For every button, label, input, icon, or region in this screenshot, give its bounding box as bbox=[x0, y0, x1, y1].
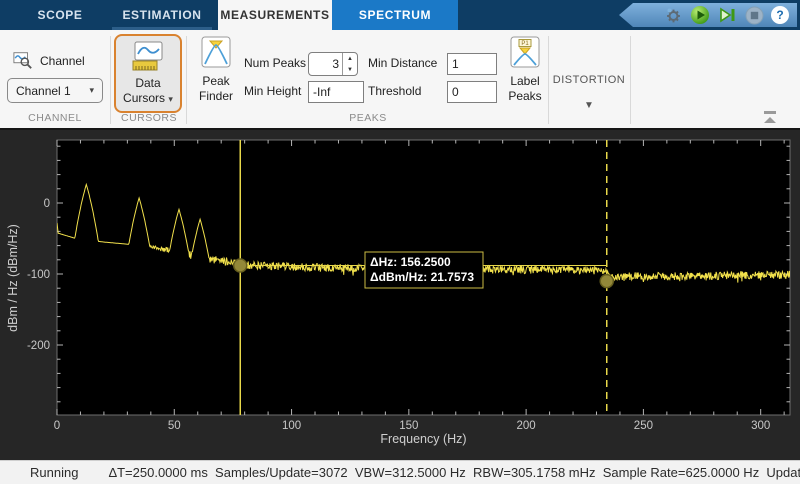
distortion-section-label: DISTORTION bbox=[548, 74, 630, 86]
peak-finder-label-line2: Finder bbox=[199, 89, 233, 104]
y-tick-label: 0 bbox=[44, 198, 50, 210]
label-peaks-icon: P1 bbox=[510, 36, 540, 71]
spectrum-plot[interactable]: 0 50 100 150 200 250 300 0 -100 -200 Frequency (Hz… bbox=[0, 130, 800, 460]
x-tick-label: 250 bbox=[634, 420, 653, 432]
section-divider bbox=[186, 36, 187, 124]
svg-text:P1: P1 bbox=[521, 41, 529, 47]
data-cursors-button[interactable]: Data Cursors ▾ bbox=[114, 34, 182, 113]
tab-scope[interactable]: SCOPE bbox=[14, 0, 106, 30]
min-distance-label: Min Distance bbox=[368, 52, 437, 74]
x-tick-label: 0 bbox=[54, 420, 60, 432]
collapse-ribbon-arrow-icon bbox=[764, 117, 776, 123]
cursor-readout-delta-hz: ΔHz: 156.2500 bbox=[370, 255, 451, 269]
spectrum-analyzer-window: SCOPE ESTIMATION MEASUREMENTS SPECTRUM bbox=[0, 0, 800, 484]
spinner-down-icon[interactable]: ▼ bbox=[343, 64, 357, 75]
channel-section-label: CHANNEL bbox=[0, 112, 110, 128]
y-tick-label: -200 bbox=[27, 340, 50, 352]
threshold-label: Threshold bbox=[368, 80, 421, 102]
label-peaks-button[interactable]: P1 Label Peaks bbox=[503, 36, 547, 104]
tab-estimation[interactable]: ESTIMATION bbox=[106, 0, 218, 30]
cursor-readout-delta-dbm: ΔdBm/Hz: 21.7573 bbox=[370, 270, 474, 284]
channel-selector-icon bbox=[13, 50, 33, 70]
distortion-expand-button[interactable]: ▼ bbox=[548, 100, 630, 111]
y-tick-label: -100 bbox=[27, 269, 50, 281]
label-peaks-label-line2: Peaks bbox=[508, 89, 541, 104]
cursor-2-marker[interactable] bbox=[600, 275, 613, 288]
channel-dropdown[interactable]: Channel 1 ▾ bbox=[7, 78, 103, 103]
min-distance-input[interactable] bbox=[447, 53, 497, 75]
status-bar: Running ΔT=250.0000 ms Samples/Update=30… bbox=[0, 460, 800, 484]
channel-dropdown-value: Channel 1 bbox=[16, 84, 71, 98]
tab-measurements[interactable]: MEASUREMENTS bbox=[218, 0, 332, 30]
stop-button-icon[interactable] bbox=[744, 5, 764, 25]
x-tick-label: 100 bbox=[282, 420, 301, 432]
quick-access-toolbar: ? bbox=[619, 3, 797, 27]
min-height-input[interactable] bbox=[308, 81, 364, 103]
peak-finder-button[interactable]: Peak Finder bbox=[190, 36, 242, 104]
peaks-section-label: PEAKS bbox=[188, 112, 548, 128]
cursor-1-marker[interactable] bbox=[234, 259, 247, 272]
spectrum-plot-panel: 0 50 100 150 200 250 300 0 -100 -200 Frequency (Hz… bbox=[0, 130, 800, 460]
help-button[interactable]: ? bbox=[771, 6, 789, 24]
chevron-down-icon: ▾ bbox=[168, 94, 173, 104]
collapse-ribbon-bar-icon bbox=[764, 111, 776, 114]
num-peaks-label: Num Peaks bbox=[244, 52, 306, 74]
num-peaks-value: 3 bbox=[309, 53, 342, 75]
x-axis-label: Frequency (Hz) bbox=[380, 432, 466, 446]
settings-gear-icon[interactable] bbox=[663, 5, 683, 25]
peak-finder-icon bbox=[201, 36, 231, 71]
x-tick-label: 150 bbox=[399, 420, 418, 432]
tab-spectrum[interactable]: SPECTRUM bbox=[332, 0, 458, 30]
chevron-down-icon: ▾ bbox=[89, 85, 94, 96]
x-tick-label: 200 bbox=[517, 420, 536, 432]
label-peaks-label-line1: Label bbox=[510, 74, 539, 89]
threshold-input[interactable] bbox=[447, 81, 497, 103]
x-tick-label: 300 bbox=[751, 420, 770, 432]
min-height-label: Min Height bbox=[244, 80, 301, 102]
y-axis-label: dBm / Hz (dBm/Hz) bbox=[6, 224, 20, 332]
collapse-ribbon-button[interactable] bbox=[760, 110, 780, 126]
step-forward-button-icon[interactable] bbox=[717, 5, 737, 25]
num-peaks-spinner[interactable]: 3 ▲ ▼ bbox=[308, 52, 358, 76]
ribbon-toolbar: Channel Channel 1 ▾ CHANNEL bbox=[0, 30, 800, 130]
data-cursors-icon bbox=[129, 41, 167, 76]
x-tick-label: 50 bbox=[168, 420, 181, 432]
cursors-section-label: CURSORS bbox=[112, 112, 186, 128]
channel-label: Channel bbox=[40, 50, 85, 72]
section-divider bbox=[110, 36, 111, 124]
status-state: Running bbox=[30, 465, 78, 480]
data-cursors-label-line2: Cursors ▾ bbox=[123, 91, 173, 107]
run-button-icon[interactable] bbox=[690, 5, 710, 25]
data-cursors-label-line1: Data bbox=[135, 76, 160, 91]
section-divider bbox=[630, 36, 631, 124]
status-info: ΔT=250.0000 ms Samples/Update=3072 VBW=3… bbox=[108, 465, 800, 480]
spinner-up-icon[interactable]: ▲ bbox=[343, 53, 357, 64]
peak-finder-label-line1: Peak bbox=[202, 74, 229, 89]
tabbar: SCOPE ESTIMATION MEASUREMENTS SPECTRUM bbox=[0, 0, 800, 30]
